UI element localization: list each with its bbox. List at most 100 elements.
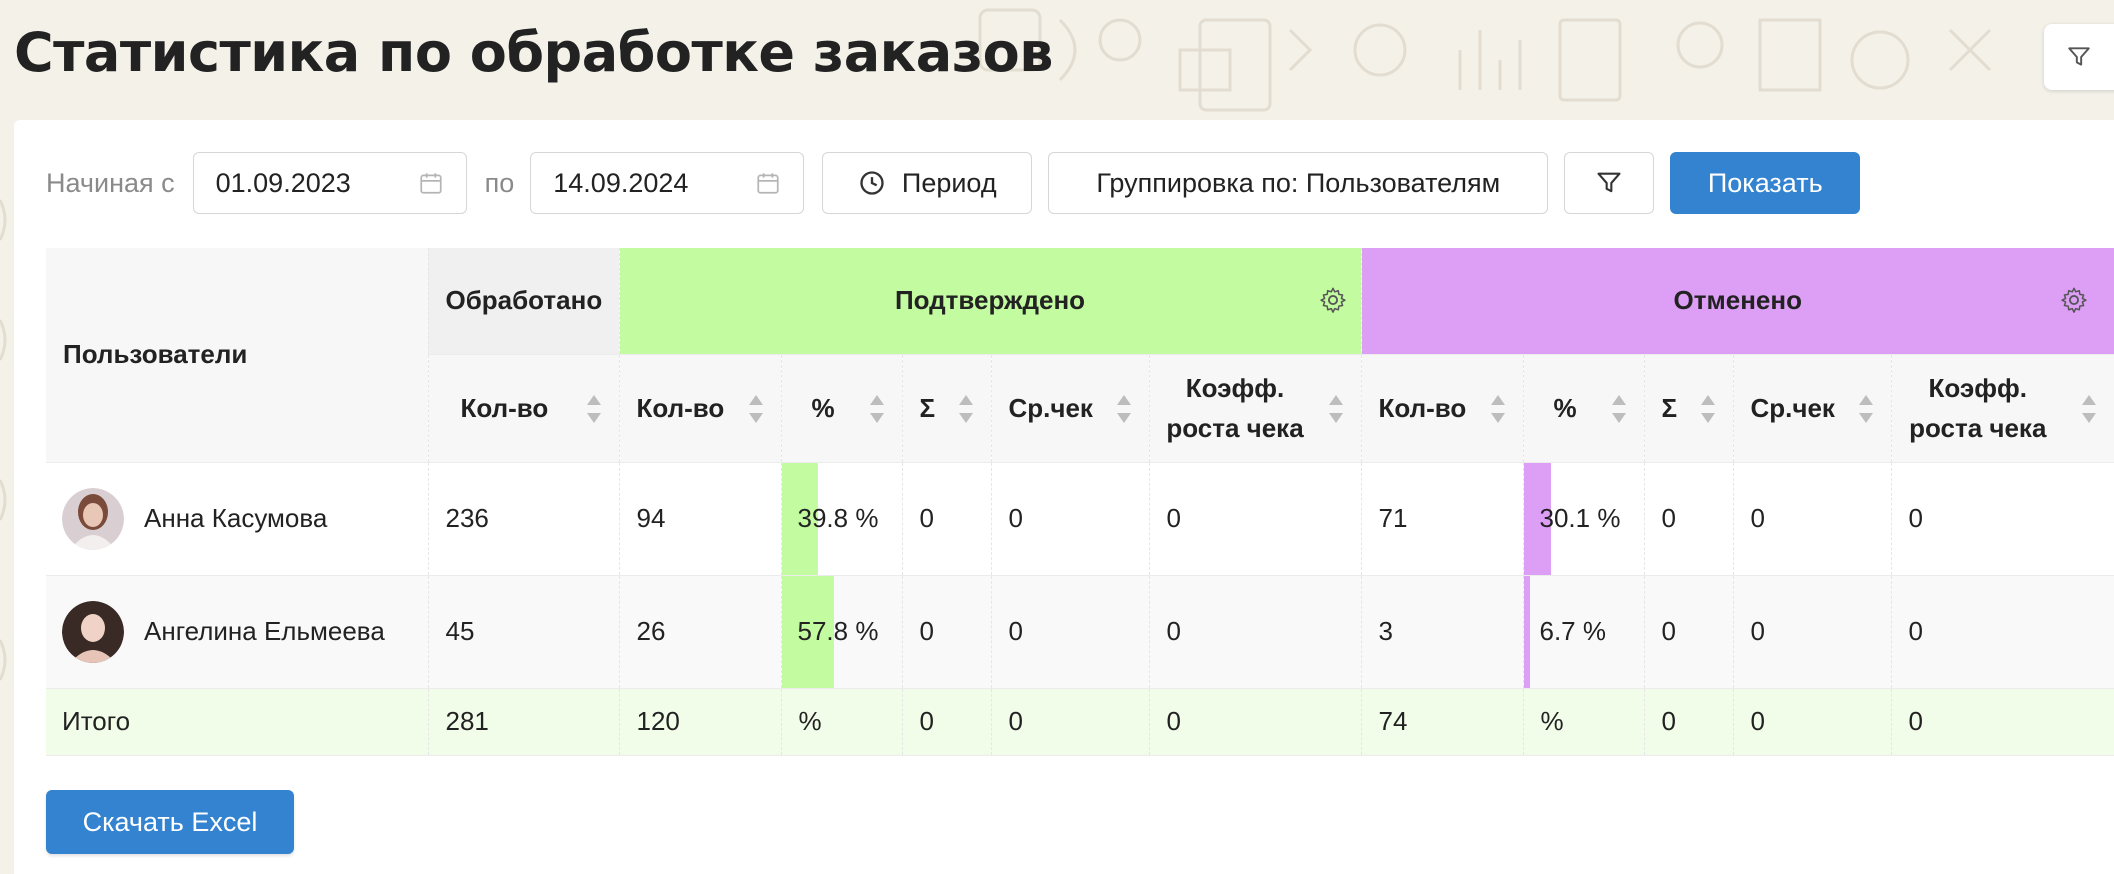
processed-cell: 236 (427, 462, 619, 576)
col-label: Ср.чек (1008, 392, 1093, 423)
show-label: Показать (1707, 167, 1823, 198)
col-canc-qty[interactable]: Кол-во (1360, 354, 1523, 463)
calendar-icon (420, 173, 442, 194)
col-canc-pct[interactable]: % (1522, 354, 1644, 463)
col-label: роста чека (1166, 413, 1304, 443)
sort-icon[interactable] (2082, 393, 2096, 425)
conf-qty-cell: 94 (618, 462, 781, 576)
total-canc-avg: 0 (1732, 688, 1891, 756)
gear-icon[interactable] (2060, 286, 2088, 314)
canc-sum-cell: 0 (1643, 575, 1733, 689)
col-conf-growth[interactable]: Коэфф. роста чека (1148, 354, 1361, 463)
col-conf-qty[interactable]: Кол-во (618, 354, 781, 463)
gear-icon[interactable] (1319, 286, 1347, 314)
sort-icon[interactable] (1611, 393, 1626, 425)
canc-avg-cell: 0 (1732, 462, 1891, 576)
sort-icon[interactable] (1700, 393, 1715, 425)
conf-pct-cell: 39.8 % (780, 462, 902, 576)
total-canc-growth: 0 (1890, 688, 2114, 756)
header-confirmed: Подтверждено (618, 248, 1361, 355)
date-to-input[interactable]: 14.09.2024 (530, 152, 805, 214)
col-label: % (811, 392, 835, 423)
sort-icon[interactable] (1858, 393, 1873, 425)
col-label: Ср.чек (1750, 392, 1835, 423)
date-from-label: Начиная с (46, 167, 175, 198)
total-canc-sum: 0 (1643, 688, 1733, 756)
col-label: Коэфф. (1185, 373, 1285, 403)
toolbar: Начиная с 01.09.2023 по 14.09.2024 Перио… (46, 152, 1861, 214)
header-cancelled: Отменено (1360, 248, 2114, 355)
col-label: Кол-во (636, 392, 725, 423)
header-users: Пользователи (46, 248, 428, 463)
conf-sum-cell: 0 (901, 575, 991, 689)
sort-icon[interactable] (958, 393, 973, 425)
canc-pct-cell: 6.7 % (1522, 575, 1644, 689)
period-label: Период (901, 167, 997, 198)
filter-icon (1597, 172, 1621, 193)
avatar (62, 487, 124, 550)
user-name: Анна Касумова (144, 503, 328, 533)
processed-cell: 45 (427, 575, 619, 689)
conf-qty-cell: 26 (618, 575, 781, 689)
col-canc-sum[interactable]: Σ (1643, 354, 1733, 463)
sort-icon[interactable] (1328, 393, 1343, 425)
sort-icon[interactable] (1490, 393, 1505, 425)
col-conf-pct[interactable]: % (780, 354, 902, 463)
grouping-button[interactable]: Группировка по: Пользователям (1048, 152, 1549, 214)
conf-growth-cell: 0 (1148, 462, 1361, 576)
avatar (62, 600, 124, 663)
grouping-label: Группировка по: Пользователям (1096, 167, 1501, 198)
col-conf-sum[interactable]: Σ (901, 354, 991, 463)
conf-avg-cell: 0 (990, 462, 1149, 576)
total-processed: 281 (427, 688, 619, 756)
col-label: Σ (919, 392, 936, 423)
sort-icon[interactable] (586, 393, 601, 425)
sort-icon[interactable] (869, 393, 884, 425)
total-conf-qty: 120 (618, 688, 781, 756)
col-label: Кол-во (460, 392, 549, 423)
col-label: роста чека (1909, 413, 2047, 443)
total-conf-sum: 0 (901, 688, 991, 756)
conf-avg-cell: 0 (990, 575, 1149, 689)
canc-qty-cell: 71 (1360, 462, 1523, 576)
canc-sum-cell: 0 (1643, 462, 1733, 576)
pct-value: 39.8 % (797, 503, 879, 533)
calendar-icon (757, 173, 779, 194)
canc-pct-cell: 30.1 % (1522, 462, 1644, 576)
col-processed-qty[interactable]: Кол-во (427, 354, 619, 463)
col-canc-avg[interactable]: Ср.чек (1732, 354, 1891, 463)
period-button[interactable]: Период (822, 152, 1033, 214)
total-label: Итого (46, 688, 428, 756)
stats-table: Пользователи Обработано Подтверждено Отм… (46, 248, 2114, 756)
user-cell: Анна Касумова (46, 462, 428, 576)
date-to-label: по (484, 167, 515, 198)
col-label: % (1553, 392, 1577, 423)
header-confirmed-label: Подтверждено (894, 285, 1086, 316)
pct-value: 57.8 % (797, 616, 879, 646)
corner-filter-button[interactable] (2044, 24, 2114, 90)
sort-icon[interactable] (748, 393, 763, 425)
col-conf-avg[interactable]: Ср.чек (990, 354, 1149, 463)
sort-icon[interactable] (1116, 393, 1131, 425)
filter-icon (2068, 47, 2090, 66)
filter-button[interactable] (1564, 152, 1655, 214)
header-processed: Обработано (427, 248, 619, 355)
download-excel-button[interactable]: Скачать Excel (46, 790, 294, 854)
date-to-value: 14.09.2024 (553, 167, 689, 198)
col-label: Коэфф. (1928, 373, 2028, 403)
canc-growth-cell: 0 (1890, 462, 2114, 576)
total-canc-qty: 74 (1360, 688, 1523, 756)
stats-panel: Начиная с 01.09.2023 по 14.09.2024 Перио… (14, 120, 2114, 874)
table-row: Анна Касумова 236 94 39.8 % 0 0 0 71 30.… (46, 462, 2114, 576)
pct-value: 6.7 % (1539, 616, 1607, 646)
canc-qty-cell: 3 (1360, 575, 1523, 689)
user-name: Ангелина Ельмеева (144, 616, 385, 646)
download-excel-label: Скачать Excel (82, 806, 258, 837)
canc-growth-cell: 0 (1890, 575, 2114, 689)
conf-pct-cell: 57.8 % (780, 575, 902, 689)
col-canc-growth[interactable]: Коэфф. роста чека (1890, 354, 2114, 463)
total-row: Итого 281 120 % 0 0 0 74 % 0 0 0 (46, 688, 2114, 756)
canc-avg-cell: 0 (1732, 575, 1891, 689)
show-button[interactable]: Показать (1670, 152, 1861, 214)
date-from-input[interactable]: 01.09.2023 (192, 152, 467, 214)
